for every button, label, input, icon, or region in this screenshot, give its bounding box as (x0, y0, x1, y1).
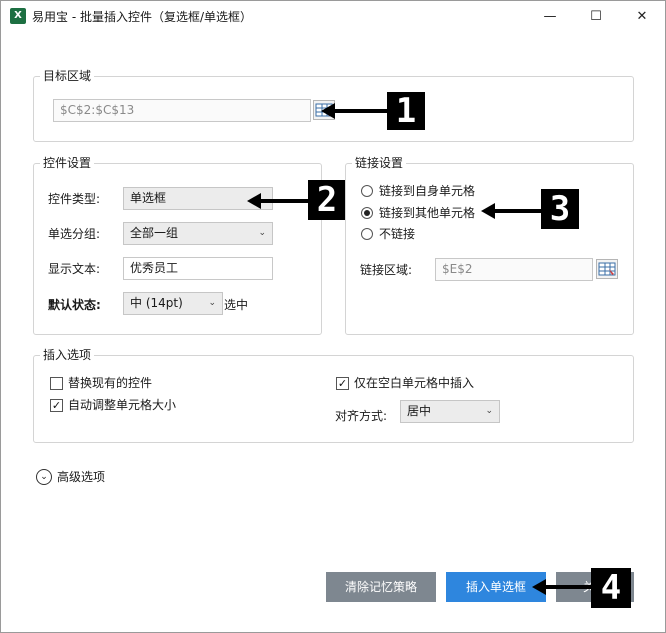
callout-2-arrow (259, 199, 309, 203)
link-other-label: 链接到其他单元格 (379, 206, 476, 220)
control-settings-legend: 控件设置 (40, 156, 95, 171)
callout-3-arrow (493, 209, 541, 213)
font-size-select[interactable]: 中 (14pt) ⌄ (123, 292, 223, 315)
selected-suffix: 选中 (224, 298, 249, 312)
display-text-label: 显示文本: (48, 262, 101, 276)
replace-existing-checkbox[interactable] (50, 377, 63, 390)
replace-existing-label: 替换现有的控件 (68, 376, 153, 390)
insert-radio-button[interactable]: 插入单选框 (446, 572, 546, 602)
only-empty-checkbox[interactable]: ✓ (336, 377, 349, 390)
callout-3-badge: 3 (541, 189, 579, 229)
chevron-down-icon: ⌄ (258, 228, 266, 238)
callout-4-arrow (544, 585, 592, 589)
auto-resize-label: 自动调整单元格大小 (68, 398, 177, 412)
font-size-value: 中 (14pt) (130, 296, 183, 310)
align-select[interactable]: 居中 ⌄ (400, 400, 500, 423)
insert-options-group: 插入选项 替换现有的控件 ✓ 自动调整单元格大小 ✓ 仅在空白单元格中插入 对齐… (33, 348, 634, 443)
excel-app-icon: X (10, 8, 26, 24)
align-label: 对齐方式: (335, 409, 388, 423)
target-range-input[interactable]: $C$2:$C$13 (53, 99, 311, 122)
link-self-label: 链接到自身单元格 (379, 184, 476, 198)
control-settings-group: 控件设置 控件类型: 单选框 单选分组: 全部一组 ⌄ 显示文本: 优秀员工 默… (33, 156, 322, 335)
minimize-icon[interactable]: — (527, 1, 573, 32)
only-empty-label: 仅在空白单元格中插入 (354, 376, 475, 390)
dialog-content: 目标区域 $C$2:$C$13 1 控件设置 控件类型: 单选框 单选分组: 全… (1, 32, 665, 632)
callout-4-badge: 4 (591, 568, 631, 608)
link-settings-group: 链接设置 链接到自身单元格 链接到其他单元格 不链接 链接区域: $E$2 (345, 156, 634, 335)
default-state-label: 默认状态: (48, 298, 101, 312)
control-type-value: 单选框 (130, 191, 167, 205)
chevron-down-icon[interactable]: ⌄ (36, 469, 52, 485)
link-area-input[interactable]: $E$2 (435, 258, 593, 281)
link-area-label: 链接区域: (360, 263, 413, 277)
insert-options-legend: 插入选项 (40, 348, 95, 363)
chevron-down-icon: ⌄ (485, 406, 493, 416)
chevron-down-icon: ⌄ (208, 298, 216, 308)
range-select-icon[interactable] (596, 259, 618, 279)
clear-memory-button[interactable]: 清除记忆策略 (326, 572, 436, 602)
callout-1-badge: 1 (387, 92, 425, 130)
align-value: 居中 (407, 404, 432, 418)
display-text-input[interactable]: 优秀员工 (123, 257, 273, 280)
group-label: 单选分组: (48, 227, 101, 241)
target-area-legend: 目标区域 (40, 69, 95, 84)
group-select[interactable]: 全部一组 ⌄ (123, 222, 273, 245)
group-value: 全部一组 (130, 226, 179, 240)
radio-link-self[interactable] (361, 185, 373, 197)
dialog-window: X 易用宝 - 批量插入控件（复选框/单选框） — ☐ ✕ 目标区域 $C$2:… (0, 0, 666, 633)
close-icon[interactable]: ✕ (619, 1, 665, 32)
title-bar[interactable]: X 易用宝 - 批量插入控件（复选框/单选框） — ☐ ✕ (1, 1, 665, 32)
advanced-options-label[interactable]: 高级选项 (57, 469, 105, 485)
callout-1-arrow (333, 109, 387, 113)
callout-2-badge: 2 (308, 180, 346, 220)
link-settings-legend: 链接设置 (352, 156, 407, 171)
radio-no-link[interactable] (361, 228, 373, 240)
auto-resize-checkbox[interactable]: ✓ (50, 399, 63, 412)
maximize-icon[interactable]: ☐ (573, 1, 619, 32)
radio-link-other[interactable] (361, 207, 373, 219)
control-type-label: 控件类型: (48, 192, 101, 206)
window-title: 易用宝 - 批量插入控件（复选框/单选框） (32, 10, 253, 24)
no-link-label: 不链接 (379, 227, 416, 241)
